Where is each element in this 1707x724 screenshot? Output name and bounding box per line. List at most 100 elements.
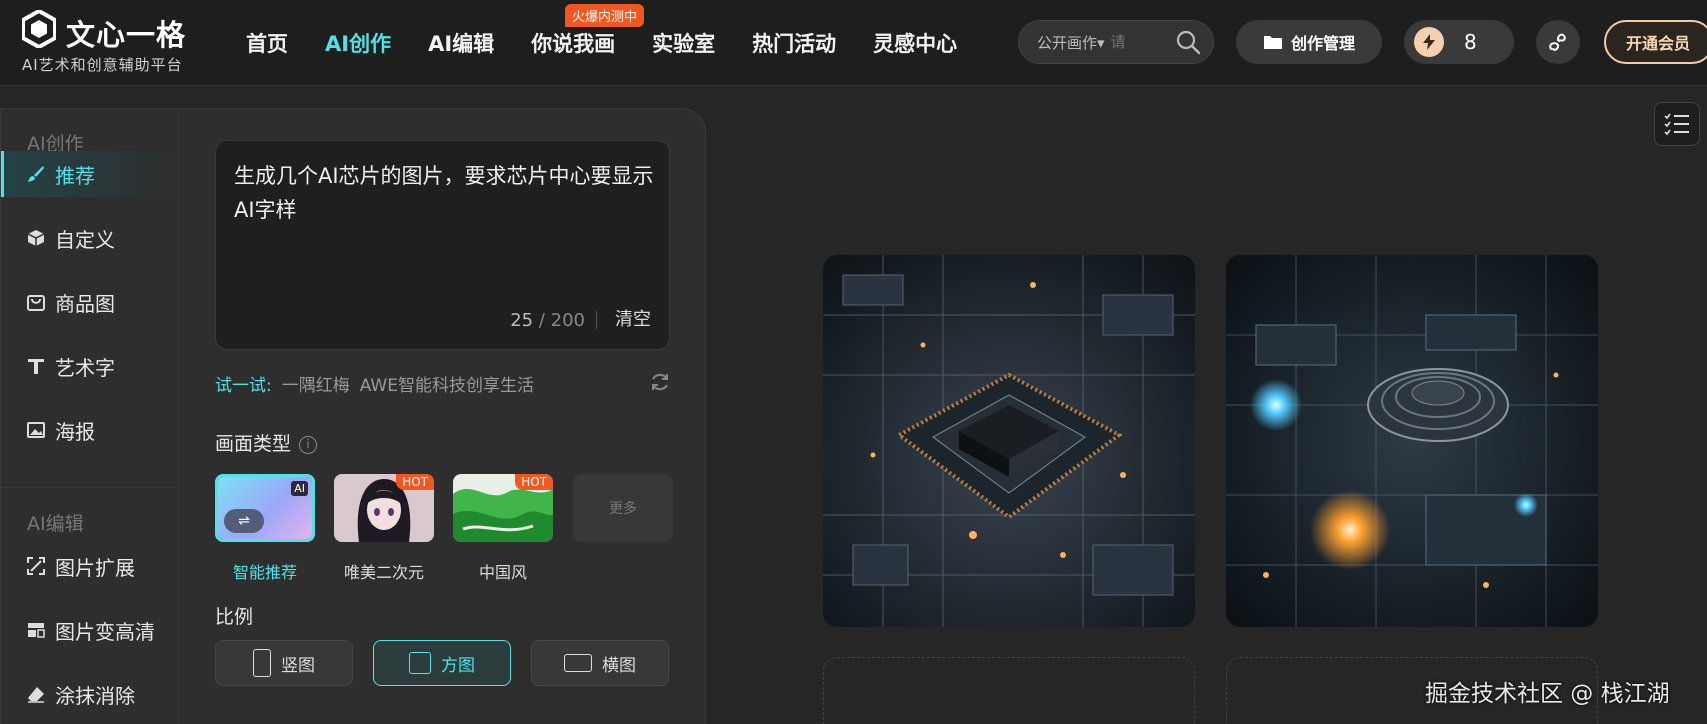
sidebar-item-label: 涂抹消除 [55, 683, 135, 708]
ratio-portrait-button[interactable]: 竖图 [215, 640, 353, 686]
points-balance[interactable]: 8 [1404, 20, 1514, 64]
points-value: 8 [1464, 30, 1477, 54]
art-text-icon [28, 359, 44, 374]
link-icon [1549, 33, 1566, 51]
folder-icon [1263, 36, 1282, 49]
smart-thumb: ⇌ AI [218, 477, 312, 539]
char-count-max: / 200 [533, 310, 585, 331]
sidebar-item-art-text[interactable]: 艺术字 [1, 343, 178, 389]
creation-manage-button[interactable]: 创作管理 [1236, 20, 1382, 64]
main-nav: 首页 AI创作 AI编辑 你说我画 实验室 热门活动 灵感中心 [246, 28, 994, 58]
suggestion-item[interactable]: 一隅红梅 [282, 371, 350, 396]
nav-events[interactable]: 热门活动 [752, 28, 836, 58]
nav-you-say-i-draw[interactable]: 你说我画 [531, 28, 615, 58]
search-input[interactable] [1110, 33, 1131, 51]
suggestion-item[interactable]: AWE智能科技创享生活 [360, 371, 534, 396]
share-link-button[interactable] [1536, 20, 1580, 64]
ratio-landscape-button[interactable]: 横图 [531, 640, 669, 686]
sidebar-item-label: 自定义 [55, 227, 115, 252]
style-card-anime[interactable]: HOT [334, 474, 434, 542]
hot-badge: HOT [515, 474, 553, 490]
nav-ai-edit[interactable]: AI编辑 [428, 28, 494, 58]
sidebar-item-label: 图片变高清 [55, 619, 155, 644]
ratio-label: 方图 [441, 655, 475, 676]
brand-subtitle: AI艺术和创意辅助平台 [22, 56, 183, 74]
ratio-section-title: 比例 [215, 606, 254, 628]
lightning-icon [1414, 27, 1444, 57]
nav-lab[interactable]: 实验室 [652, 28, 715, 58]
sidebar-item-label: 海报 [55, 419, 95, 444]
prompt-text[interactable]: 生成几个AI芯片的图片，要求芯片中心要显示AI字样 [234, 159, 654, 227]
eraser-icon [28, 687, 44, 703]
task-list-button[interactable] [1654, 102, 1700, 146]
landscape-shape-icon [564, 654, 592, 672]
swap-icon: ⇌ [224, 509, 264, 533]
sidebar-item-recommend[interactable]: 推荐 [1, 151, 178, 197]
side-divider [1, 487, 178, 488]
prompt-textarea[interactable]: 生成几个AI芯片的图片，要求芯片中心要显示AI字样 25 / 200 清空 [215, 140, 670, 350]
try-suggestions: 试一试: 一隅红梅 AWE智能科技创享生活 [215, 371, 534, 396]
style-label: 唯美二次元 [343, 563, 424, 582]
style-label: 智能推荐 [232, 563, 297, 582]
style-card-smart[interactable]: ⇌ AI [215, 474, 315, 542]
try-label: 试一试: [215, 376, 272, 396]
beta-badge: 火爆内测中 [565, 4, 645, 27]
style-more-button[interactable]: 更多 [573, 474, 673, 542]
side-nav: AI创作 推荐 自定义 商品图 艺术字 海报 AI编辑 图片扩展 图片变高清 涂… [1, 109, 179, 724]
char-count-value: 25 [510, 310, 534, 331]
sidebar-item-image-expand[interactable]: 图片扩展 [1, 543, 178, 589]
hot-badge: HOT [396, 474, 434, 490]
nav-ai-create[interactable]: AI创作 [325, 28, 391, 58]
sidebar-item-hd[interactable]: 图片变高清 [1, 607, 178, 653]
chip-image [1226, 255, 1598, 627]
count-divider [596, 311, 597, 329]
logo-icon [22, 10, 56, 48]
sidebar-item-custom[interactable]: 自定义 [1, 215, 178, 261]
hd-icon [28, 623, 45, 638]
square-shape-icon [409, 652, 431, 674]
app-page: 文心一格 AI艺术和创意辅助平台 首页 AI创作 AI编辑 你说我画 实验室 热… [0, 0, 1707, 724]
search-scope-select[interactable]: 公开画作▾ [1037, 32, 1105, 53]
clear-button[interactable]: 清空 [615, 305, 651, 331]
brush-icon [28, 166, 44, 182]
creation-manage-label: 创作管理 [1290, 34, 1355, 53]
watermark-text: 掘金技术社区 @ 栈江湖 [1425, 681, 1670, 707]
sidebar-item-label: 艺术字 [55, 355, 115, 380]
style-section-title: 画面类型 i [215, 429, 318, 456]
sidebar-item-product[interactable]: 商品图 [1, 279, 178, 325]
side-group-ai-edit: AI编辑 [27, 513, 84, 535]
create-panel: AI创作 推荐 自定义 商品图 艺术字 海报 AI编辑 图片扩展 图片变高清 涂… [0, 108, 706, 724]
style-title-text: 画面类型 [215, 433, 292, 455]
checklist-icon [1664, 113, 1689, 136]
cube-icon [27, 230, 45, 246]
sidebar-item-label: 图片扩展 [55, 555, 135, 580]
style-card-chinese[interactable]: HOT [453, 474, 553, 542]
image-icon [27, 422, 45, 438]
bag-icon [27, 295, 45, 311]
result-image[interactable] [1226, 255, 1598, 627]
top-header: 文心一格 AI艺术和创意辅助平台 首页 AI创作 AI编辑 你说我画 实验室 热… [0, 0, 1707, 86]
sidebar-item-label: 商品图 [55, 291, 115, 316]
result-placeholder [823, 657, 1195, 724]
style-label: 中国风 [478, 563, 527, 582]
expand-icon [27, 557, 45, 575]
ratio-label: 横图 [602, 655, 636, 676]
sidebar-item-label: 推荐 [55, 163, 95, 188]
nav-home[interactable]: 首页 [246, 28, 288, 58]
nav-inspiration[interactable]: 灵感中心 [873, 28, 957, 58]
search-icon[interactable] [1175, 29, 1201, 55]
ratio-label: 竖图 [281, 655, 315, 676]
result-image[interactable] [823, 255, 1195, 627]
vip-button[interactable]: 开通会员 [1604, 20, 1707, 64]
chip-image [823, 255, 1195, 627]
info-icon[interactable]: i [299, 435, 318, 454]
portrait-shape-icon [253, 649, 271, 677]
char-count: 25 / 200 [510, 310, 585, 331]
search-bar[interactable]: 公开画作▾ [1018, 20, 1214, 64]
ratio-square-button[interactable]: 方图 [373, 640, 511, 686]
sidebar-item-erase[interactable]: 涂抹消除 [1, 671, 178, 717]
sidebar-item-poster[interactable]: 海报 [1, 407, 178, 453]
refresh-icon[interactable] [649, 371, 671, 393]
brand-title: 文心一格 [66, 18, 187, 52]
ai-badge: AI [291, 481, 308, 496]
